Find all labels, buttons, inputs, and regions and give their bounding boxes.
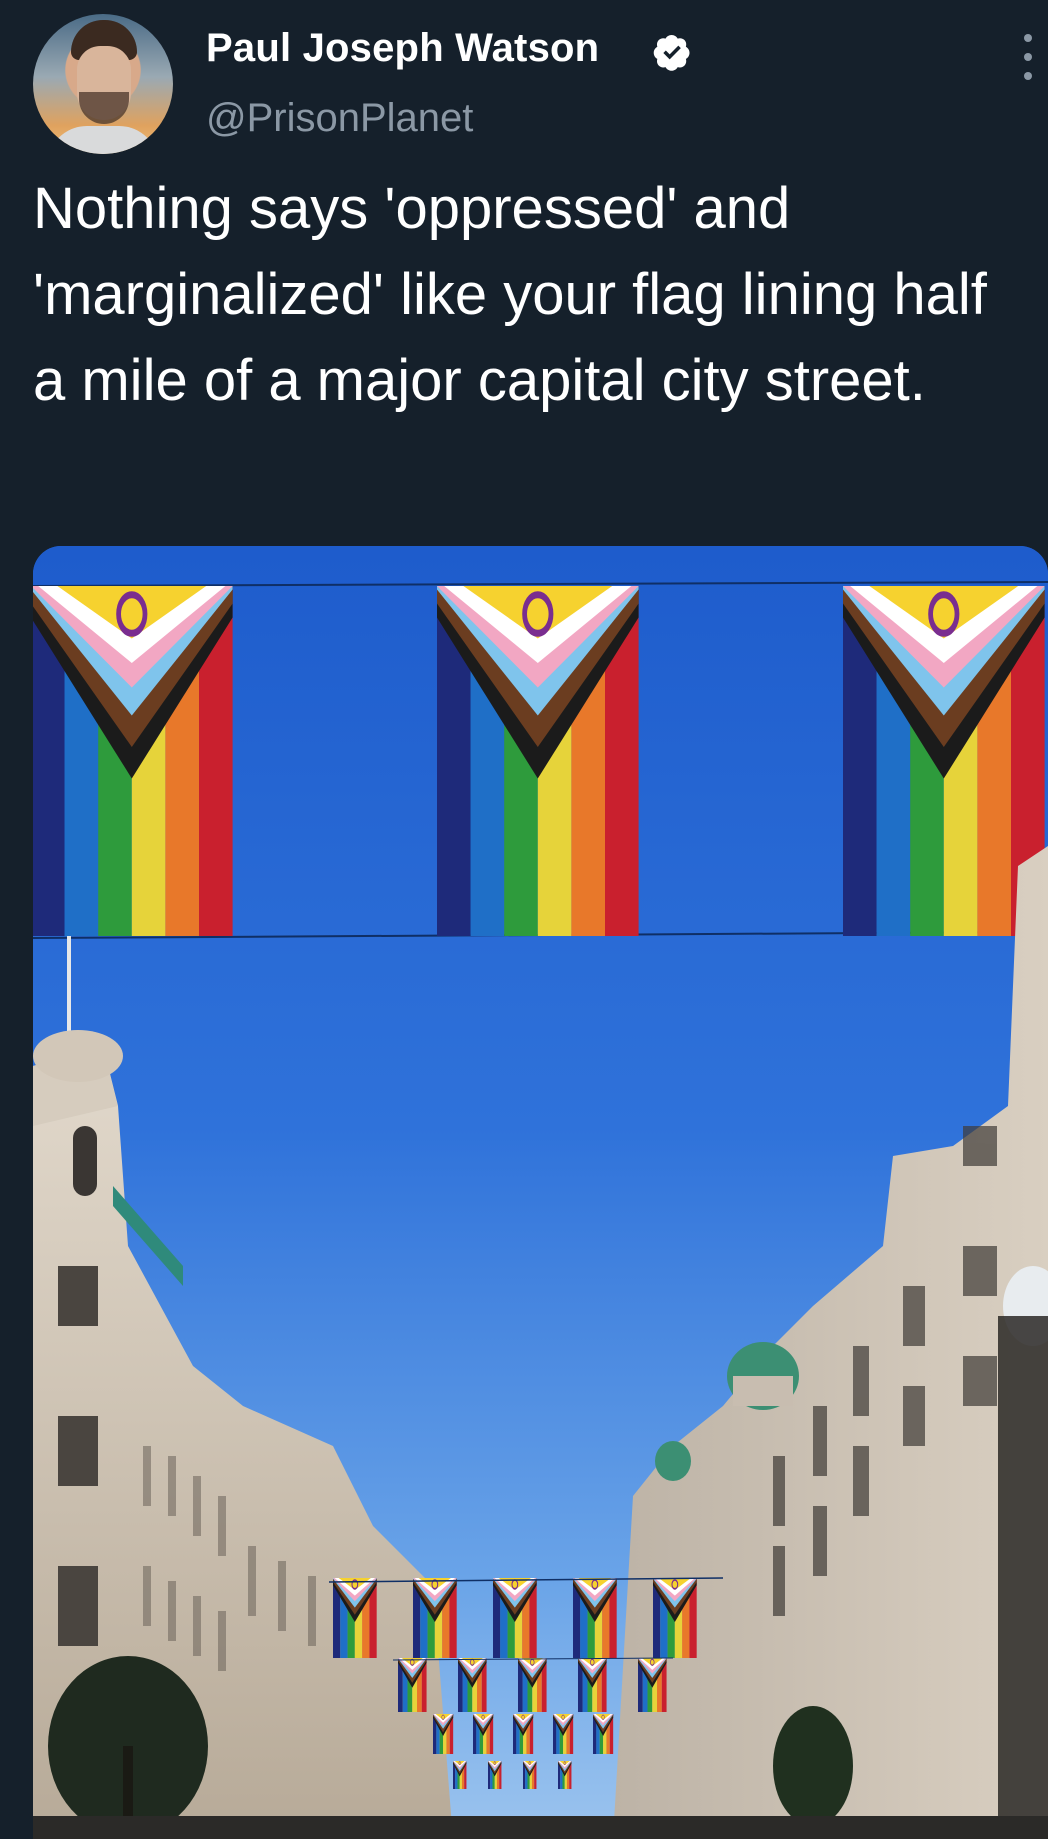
- tweet-text: Nothing says 'oppressed' and 'marginaliz…: [33, 176, 987, 413]
- pride-flag: [437, 586, 639, 936]
- verified-badge-icon: [653, 34, 690, 71]
- more-vertical-icon[interactable]: [1016, 34, 1040, 80]
- street-photo: [33, 546, 1048, 1839]
- pride-flag: [843, 586, 1045, 936]
- tweet-photo[interactable]: [33, 546, 1048, 1839]
- pride-flag: [33, 586, 233, 936]
- tweet-header: Paul Joseph Watson @PrisonPlanet: [0, 0, 1048, 160]
- author-avatar[interactable]: [33, 14, 173, 154]
- author-name[interactable]: Paul Joseph Watson: [206, 26, 599, 71]
- author-handle[interactable]: @PrisonPlanet: [206, 96, 473, 141]
